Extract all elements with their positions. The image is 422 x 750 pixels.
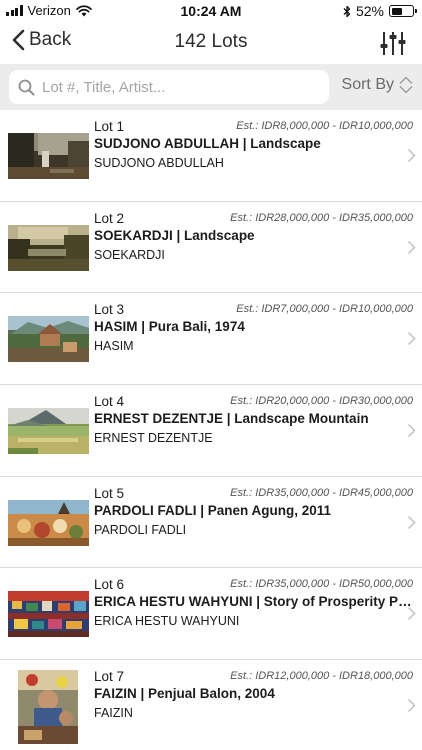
lot-row[interactable]: Lot 4 Est.: IDR20,000,000 - IDR30,000,00… bbox=[0, 385, 422, 477]
lot-number: Lot 5 bbox=[94, 485, 125, 501]
lot-number: Lot 4 bbox=[94, 394, 125, 410]
chevron-left-icon bbox=[12, 29, 25, 51]
sort-by-label: Sort By bbox=[341, 76, 394, 93]
sort-arrows-icon bbox=[399, 76, 413, 94]
lot-title: FAIZIN | Penjual Balon, 2004 bbox=[94, 686, 275, 702]
lot-number: Lot 3 bbox=[94, 302, 125, 318]
search-input[interactable] bbox=[42, 78, 312, 96]
lot-number: Lot 7 bbox=[94, 669, 125, 685]
lot-row[interactable]: Lot 6 Est.: IDR35,000,000 - IDR50,000,00… bbox=[0, 568, 422, 661]
chevron-right-icon bbox=[407, 515, 416, 529]
search-box[interactable] bbox=[9, 70, 329, 104]
sliders-icon bbox=[380, 32, 406, 55]
lots-screen: { "status_bar": { "carrier": "Verizon", … bbox=[0, 0, 422, 750]
lot-thumbnail bbox=[8, 591, 89, 638]
battery-percent: 52% bbox=[355, 3, 384, 19]
lot-number: Lot 6 bbox=[94, 577, 125, 593]
lot-estimate: Est.: IDR7,000,000 - IDR10,000,000 bbox=[236, 303, 413, 316]
lot-title: SUDJONO ABDULLAH | Landscape bbox=[94, 136, 321, 151]
lot-thumbnail bbox=[18, 670, 78, 745]
lot-title: ERNEST DEZENTJE | Landscape Mountain bbox=[94, 411, 369, 427]
lot-title: ERICA HESTU WAHYUNI | Story of Prosperit… bbox=[94, 594, 412, 610]
lot-row[interactable]: Lot 1 Est.: IDR8,000,000 - IDR10,000,000… bbox=[0, 110, 422, 202]
chevron-right-icon bbox=[407, 148, 416, 163]
chevron-right-icon bbox=[407, 423, 416, 438]
sort-by-button[interactable]: Sort By bbox=[342, 76, 414, 94]
lot-row[interactable]: Lot 3 Est.: IDR7,000,000 - IDR10,000,000… bbox=[0, 293, 422, 386]
navigation-bar: Back 142 Lots bbox=[0, 22, 422, 64]
back-button[interactable]: Back bbox=[12, 29, 71, 51]
lot-estimate: Est.: IDR35,000,000 - IDR45,000,000 bbox=[230, 486, 413, 499]
lot-thumbnail bbox=[8, 408, 89, 455]
lot-thumbnail bbox=[8, 499, 89, 546]
lot-row[interactable]: Lot 2 Est.: IDR28,000,000 - IDR35,000,00… bbox=[0, 201, 422, 294]
lot-estimate: Est.: IDR8,000,000 - IDR10,000,000 bbox=[236, 120, 413, 132]
lot-thumbnail bbox=[8, 224, 89, 271]
lot-estimate: Est.: IDR35,000,000 - IDR50,000,000 bbox=[230, 578, 413, 591]
lot-artist: ERICA HESTU WAHYUNI bbox=[94, 614, 240, 629]
battery-level-fill bbox=[391, 7, 402, 15]
lot-thumbnail bbox=[8, 316, 89, 363]
lot-estimate: Est.: IDR28,000,000 - IDR35,000,000 bbox=[230, 211, 413, 224]
status-right: 52% bbox=[343, 3, 417, 19]
lot-artist: PARDOLI FADLI bbox=[94, 522, 187, 537]
search-icon bbox=[18, 79, 35, 95]
lot-estimate: Est.: IDR20,000,000 - IDR30,000,000 bbox=[230, 395, 413, 408]
bluetooth-icon bbox=[343, 5, 351, 17]
lot-row[interactable]: Lot 5 Est.: IDR35,000,000 - IDR45,000,00… bbox=[0, 476, 422, 569]
lot-list: Lot 1 Est.: IDR8,000,000 - IDR10,000,000… bbox=[0, 110, 422, 750]
lot-artist: SOEKARDJI bbox=[94, 247, 165, 262]
chevron-right-icon bbox=[407, 699, 416, 713]
lot-number: Lot 1 bbox=[94, 119, 125, 134]
battery-icon bbox=[389, 5, 417, 17]
lot-artist: FAIZIN bbox=[94, 706, 133, 721]
lot-thumbnail bbox=[8, 133, 89, 179]
lot-artist: ERNEST DEZENTJE bbox=[94, 431, 213, 446]
lot-artist: HASIM bbox=[94, 339, 134, 354]
search-bar-row: Sort By bbox=[0, 64, 422, 110]
chevron-right-icon bbox=[407, 240, 416, 254]
chevron-right-icon bbox=[407, 332, 416, 346]
filter-button[interactable] bbox=[378, 29, 408, 57]
lot-row[interactable]: Lot 7 Est.: IDR12,000,000 - IDR18,000,00… bbox=[0, 660, 422, 750]
status-bar: Verizon 10:24 AM 52% bbox=[0, 0, 422, 22]
back-label: Back bbox=[29, 29, 72, 50]
lot-artist: SUDJONO ABDULLAH bbox=[94, 156, 224, 170]
lot-title: HASIM | Pura Bali, 1974 bbox=[94, 319, 245, 335]
lot-title: PARDOLI FADLI | Panen Agung, 2011 bbox=[94, 502, 332, 518]
lot-title: SOEKARDJI | Landscape bbox=[94, 227, 255, 243]
lot-number: Lot 2 bbox=[94, 210, 125, 226]
lot-estimate: Est.: IDR12,000,000 - IDR18,000,000 bbox=[230, 670, 413, 683]
chevron-right-icon bbox=[407, 607, 416, 621]
